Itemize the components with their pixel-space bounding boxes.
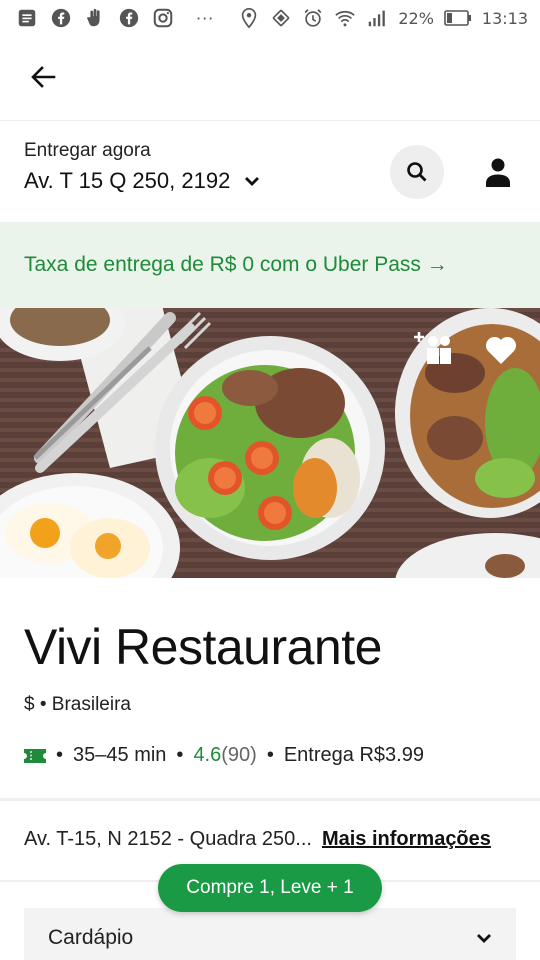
separator-dot: •	[176, 744, 184, 766]
person-icon	[486, 158, 510, 187]
status-bar: ··· 22% 13:13	[0, 0, 540, 36]
delivery-eta: 35–45 min	[73, 744, 167, 766]
separator-dot: •	[56, 744, 64, 766]
search-icon	[407, 162, 427, 182]
more-notifications-icon: ···	[196, 8, 215, 28]
profile-button[interactable]	[480, 152, 516, 192]
section-divider	[0, 798, 540, 801]
heart-icon	[485, 336, 517, 364]
rotate-icon	[270, 7, 292, 29]
restaurant-stats: • 35–45 min • 4.6 (90) • Entrega R$3.99	[24, 744, 424, 767]
delivery-location: Entregar agora Av. T 15 Q 250, 2192	[24, 140, 260, 194]
group-order-icon	[414, 332, 451, 364]
restaurant-name: Vivi Restaurante	[24, 619, 382, 675]
signal-icon	[366, 7, 388, 29]
clock: 13:13	[481, 8, 528, 28]
separator-dot: •	[39, 694, 52, 715]
ticket-icon	[24, 748, 46, 763]
restaurant-address: Av. T-15, N 2152 - Quadra 250...	[24, 828, 312, 850]
chevron-down-icon	[245, 177, 260, 186]
promo-offer-pill[interactable]: Compre 1, Leve + 1	[158, 864, 382, 912]
uber-pass-banner[interactable]: Taxa de entrega de R$ 0 com o Uber Pass …	[0, 222, 540, 308]
delivery-address: Av. T 15 Q 250, 2192	[24, 168, 231, 193]
menu-selector[interactable]: Cardápio	[24, 908, 516, 960]
deliver-now-label: Entregar agora	[24, 140, 151, 161]
battery-percent: 22%	[398, 8, 434, 28]
uber-pass-text: Taxa de entrega de R$ 0 com o Uber Pass …	[24, 253, 448, 276]
battery-icon	[444, 7, 472, 29]
promo-offer-text: Compre 1, Leve + 1	[186, 877, 354, 898]
cuisine: Brasileira	[51, 694, 131, 715]
hand-icon	[84, 7, 106, 29]
more-info-link[interactable]: Mais informações	[322, 828, 491, 851]
price-level: $	[24, 694, 35, 715]
restaurant-address-row: Av. T-15, N 2152 - Quadra 250... Mais in…	[24, 828, 524, 851]
header-divider	[0, 120, 540, 121]
arrow-left-icon	[31, 66, 56, 88]
facebook-icon	[118, 7, 140, 29]
rating-count: (90)	[221, 744, 257, 766]
rating-value: 4.6	[193, 744, 222, 766]
message-icon	[16, 7, 38, 29]
address-selector[interactable]: Av. T 15 Q 250, 2192	[24, 168, 260, 194]
alarm-icon	[302, 7, 324, 29]
location-icon	[238, 7, 260, 29]
separator-dot: •	[266, 744, 274, 766]
menu-label: Cardápio	[48, 926, 134, 949]
wifi-icon	[334, 7, 356, 29]
instagram-icon	[152, 7, 174, 29]
restaurant-category: $ • Brasileira	[24, 694, 131, 716]
back-button[interactable]	[26, 60, 60, 94]
restaurant-hero-image	[0, 308, 540, 578]
delivery-fee: Entrega R$3.99	[283, 744, 424, 766]
group-order-button[interactable]	[412, 330, 452, 366]
chevron-down-icon	[477, 934, 491, 943]
search-button[interactable]	[390, 145, 444, 199]
facebook-icon	[50, 7, 72, 29]
favorite-button[interactable]	[484, 334, 518, 366]
